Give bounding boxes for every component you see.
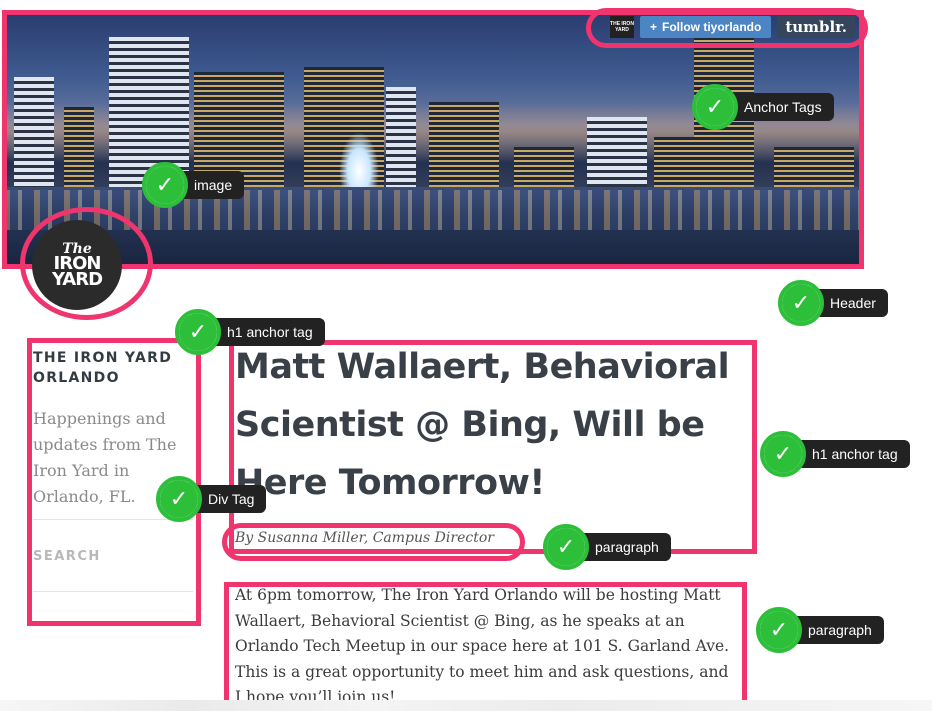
callout-div-tag: ✓ Div Tag <box>156 476 267 522</box>
check-icon: ✓ <box>142 162 188 208</box>
callout-h1-anchor-tag-title: ✓ h1 anchor tag <box>760 431 910 477</box>
check-icon: ✓ <box>175 309 221 355</box>
callout-paragraph-byline: ✓ paragraph <box>543 524 671 570</box>
callout-header: ✓ Header <box>778 280 888 326</box>
anchor-tags-outline <box>586 8 868 48</box>
post-body-outline <box>224 582 747 710</box>
callout-h1-anchor-tag: ✓ h1 anchor tag <box>175 309 325 355</box>
callout-paragraph-body: ✓ paragraph <box>756 607 884 653</box>
callout-anchor-tags: ✓ Anchor Tags <box>692 84 834 130</box>
check-icon: ✓ <box>156 476 202 522</box>
check-icon: ✓ <box>756 607 802 653</box>
check-icon: ✓ <box>760 431 806 477</box>
post-title-outline <box>229 340 757 554</box>
check-icon: ✓ <box>543 524 589 570</box>
check-icon: ✓ <box>778 280 824 326</box>
check-icon: ✓ <box>692 84 738 130</box>
byline-outline <box>222 523 525 561</box>
bottom-strip <box>0 700 932 711</box>
callout-image: ✓ image <box>142 162 245 208</box>
logo-outline <box>20 207 153 320</box>
